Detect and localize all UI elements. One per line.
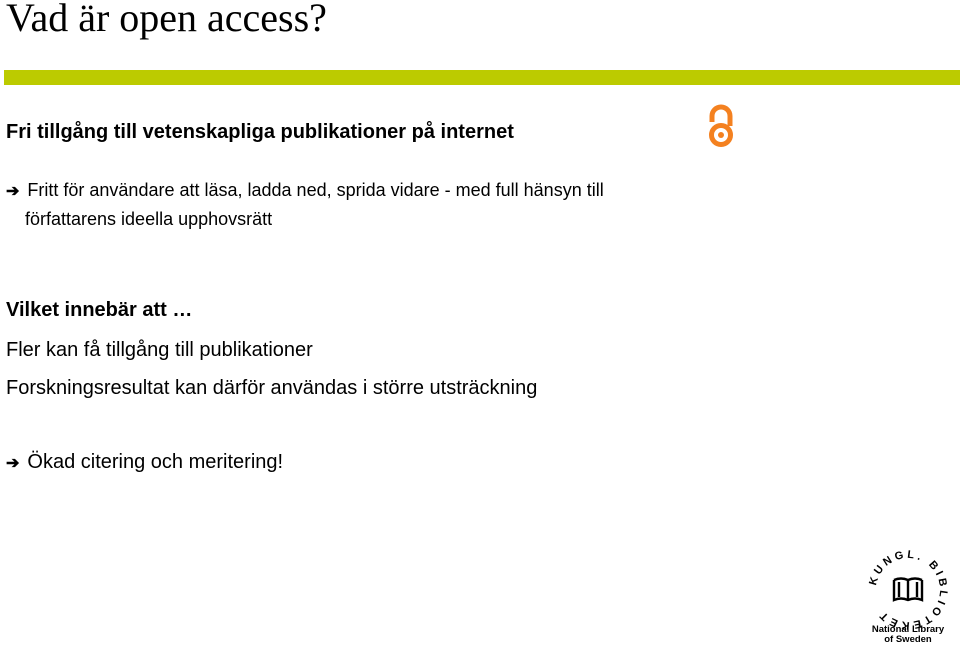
book-icon <box>892 577 924 602</box>
logo-caption-line2: of Sweden <box>884 634 932 645</box>
arrow-right-icon: ➔ <box>6 455 20 472</box>
point-item: Fler kan få tillgång till publikationer <box>6 339 313 361</box>
arrow-right-icon: ➔ <box>6 183 20 200</box>
subtitle: Fri tillgång till vetenskapliga publikat… <box>6 121 514 143</box>
conclusion-item: ➔ Ökad citering och meritering! <box>6 449 283 477</box>
accent-bar <box>4 70 960 85</box>
logo-caption: National Library of Sweden <box>858 625 958 645</box>
open-access-icon <box>709 104 733 147</box>
slide-title: Vad är open access? <box>6 0 327 40</box>
bullet-text-continuation: författarens ideella upphovsrätt <box>25 209 273 229</box>
point-item: Forskningsresultat kan därför användas i… <box>6 377 538 399</box>
section-heading: Vilket innebär att … <box>6 299 193 321</box>
bullet-text: Fritt för användare att läsa, ladda ned,… <box>27 180 604 200</box>
bullet-item: ➔ Fritt för användare att läsa, ladda ned… <box>6 173 604 209</box>
conclusion-text: Ökad citering och meritering! <box>27 451 284 473</box>
